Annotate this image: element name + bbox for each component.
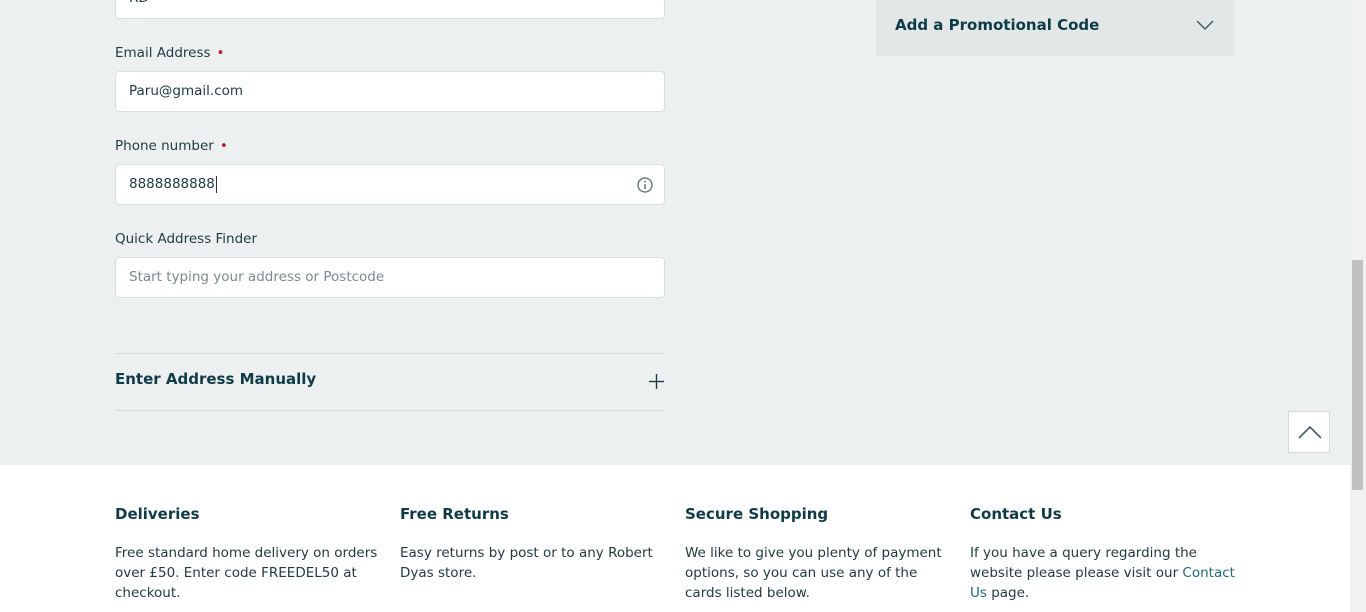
email-field[interactable]: Paru@gmail.com <box>115 71 665 112</box>
divider <box>115 410 665 411</box>
footer-contact-text-after: page. <box>986 585 1030 601</box>
footer: Deliveries Free standard home delivery o… <box>0 465 1350 612</box>
footer-returns-text: Easy returns by post or to any Robert Dy… <box>400 545 653 581</box>
divider <box>115 353 665 354</box>
required-mark: • <box>219 138 228 154</box>
footer-deliveries-text: Free standard home delivery on orders ov… <box>115 545 378 601</box>
address-finder-placeholder: Start typing your address or Postcode <box>129 269 385 285</box>
scroll-to-top-button[interactable] <box>1288 411 1330 453</box>
required-mark: • <box>216 45 225 61</box>
info-icon[interactable] <box>637 177 653 193</box>
last-name-value: RD <box>129 0 149 6</box>
footer-returns: Free Returns Easy returns by post or to … <box>400 505 665 583</box>
footer-deliveries-title: Deliveries <box>115 505 200 523</box>
chevron-up-icon <box>1298 425 1322 439</box>
footer-contact: Contact Us If you have a query regarding… <box>970 505 1235 603</box>
phone-label: Phone number • <box>115 138 228 154</box>
email-label: Email Address • <box>115 45 224 61</box>
text-cursor <box>215 175 217 193</box>
plus-icon[interactable] <box>648 373 665 390</box>
address-finder-label: Quick Address Finder <box>115 231 258 247</box>
footer-deliveries: Deliveries Free standard home delivery o… <box>115 505 380 603</box>
phone-field[interactable]: 8888888888 <box>115 164 665 205</box>
address-finder-input[interactable]: Start typing your address or Postcode <box>115 257 665 298</box>
last-name-field[interactable]: RD <box>115 0 665 19</box>
email-value: Paru@gmail.com <box>129 83 244 99</box>
footer-contact-title: Contact Us <box>970 505 1062 523</box>
footer-secure-shopping: Secure Shopping We like to give you plen… <box>685 505 950 603</box>
promo-code-label: Add a Promotional Code <box>895 16 1100 34</box>
phone-label-text: Phone number <box>115 138 214 154</box>
email-label-text: Email Address <box>115 45 211 61</box>
scrollbar-thumb[interactable] <box>1352 260 1363 490</box>
enter-address-manually-toggle[interactable]: Enter Address Manually <box>115 370 316 388</box>
phone-value: 8888888888 <box>129 176 215 192</box>
footer-returns-title: Free Returns <box>400 505 509 523</box>
footer-contact-text: If you have a query regarding the websit… <box>970 543 1235 603</box>
page-scrollbar[interactable] <box>1350 0 1366 612</box>
chevron-down-icon <box>1196 20 1214 31</box>
promo-code-accordion[interactable]: Add a Promotional Code <box>876 0 1234 56</box>
footer-contact-text-before: If you have a query regarding the websit… <box>970 545 1197 581</box>
footer-secure-title: Secure Shopping <box>685 505 829 523</box>
footer-secure-text: We like to give you plenty of payment op… <box>685 545 942 601</box>
